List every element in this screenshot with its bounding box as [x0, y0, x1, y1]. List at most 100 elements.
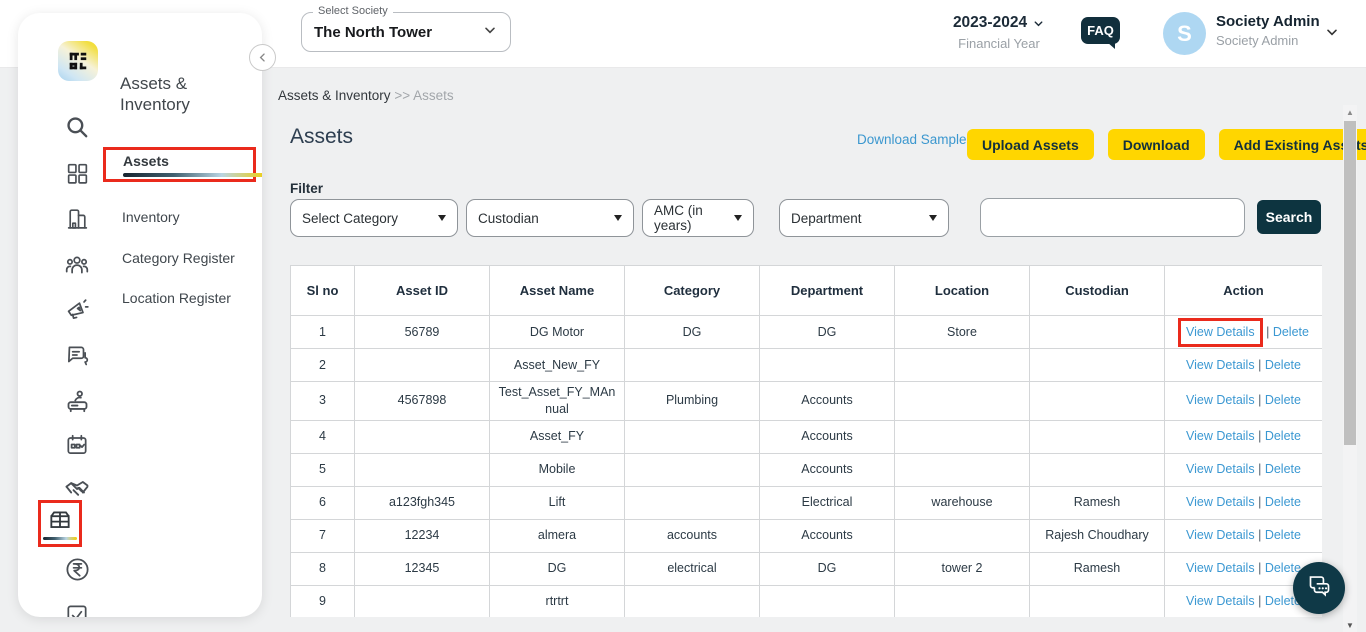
- scroll-down-arrow-icon[interactable]: ▼: [1343, 618, 1357, 632]
- delete-link[interactable]: Delete: [1265, 528, 1301, 542]
- action-separator: |: [1266, 324, 1270, 339]
- view-details-link[interactable]: View Details: [1186, 358, 1255, 372]
- view-details-link[interactable]: View Details: [1186, 495, 1255, 509]
- discussions-icon[interactable]: [63, 341, 91, 369]
- cell-action: View Details | Delete: [1164, 315, 1322, 349]
- cell-department: DG: [759, 551, 895, 586]
- download-sample-link[interactable]: Download Sample: [857, 132, 967, 147]
- avatar[interactable]: S: [1163, 12, 1206, 55]
- cell-custodian: [1029, 315, 1165, 349]
- announcement-icon[interactable]: [63, 295, 91, 323]
- delete-link[interactable]: Delete: [1273, 325, 1309, 339]
- download-button[interactable]: Download: [1107, 129, 1205, 160]
- view-details-link[interactable]: View Details: [1186, 594, 1255, 608]
- vertical-scrollbar[interactable]: ▲ ▼: [1343, 105, 1357, 632]
- financial-year-value: 2023-2024: [952, 14, 1028, 31]
- faq-button[interactable]: FAQ: [1081, 17, 1120, 49]
- view-details-link[interactable]: View Details: [1186, 325, 1255, 339]
- cell-category: [624, 485, 760, 520]
- column-header-asset-id: Asset ID: [354, 265, 490, 316]
- cell-category: [624, 452, 760, 487]
- delete-link[interactable]: Delete: [1265, 495, 1301, 509]
- sidebar-item-assets[interactable]: Assets: [103, 147, 262, 182]
- select-category-dropdown[interactable]: Select Category: [290, 199, 458, 237]
- delete-link[interactable]: Delete: [1265, 561, 1301, 575]
- chevron-down-icon: [482, 22, 498, 43]
- cell-custodian: [1029, 381, 1165, 421]
- cell-asset-name: Lift: [489, 485, 625, 520]
- view-details-link[interactable]: View Details: [1186, 528, 1255, 542]
- polls-icon[interactable]: [63, 601, 91, 617]
- buildings-icon[interactable]: [63, 204, 91, 232]
- breadcrumb: Assets & Inventory >> Assets: [278, 88, 454, 103]
- vendors-icon[interactable]: [63, 475, 91, 503]
- view-details-link[interactable]: View Details: [1186, 561, 1255, 575]
- cell-location: Store: [894, 315, 1030, 349]
- page-action-buttons: Upload Assets Download Add Existing Assets: [967, 129, 1366, 160]
- filter-label: Filter: [290, 181, 324, 196]
- cell-asset-id: 56789: [354, 315, 490, 349]
- breadcrumb-current: Assets: [413, 88, 454, 103]
- dropdown-value: Select Category: [302, 210, 399, 226]
- column-header-action: Action: [1164, 265, 1322, 316]
- view-details-link[interactable]: View Details: [1186, 462, 1255, 476]
- sidebar-item-category-register[interactable]: Category Register: [122, 250, 235, 266]
- assets-table-body: 1 56789 DG Motor DG DG Store View Details | De…: [290, 315, 1322, 617]
- column-header-location: Location: [894, 265, 1030, 316]
- search-input[interactable]: [980, 198, 1245, 237]
- cell-location: [894, 584, 1030, 617]
- search-icon[interactable]: [63, 113, 91, 141]
- module-title: Assets & Inventory: [120, 74, 190, 115]
- cell-category: DG: [624, 315, 760, 349]
- community-icon[interactable]: [63, 250, 91, 278]
- cell-location: [894, 518, 1030, 553]
- delete-link[interactable]: Delete: [1265, 358, 1301, 372]
- delete-link[interactable]: Delete: [1265, 393, 1301, 407]
- scrollbar-thumb[interactable]: [1344, 121, 1356, 445]
- society-select[interactable]: Select Society The North Tower: [301, 5, 511, 52]
- user-name: Society Admin: [1216, 13, 1320, 30]
- cell-location: warehouse: [894, 485, 1030, 520]
- financial-year-selector[interactable]: 2023-2024 Financial Year: [935, 14, 1063, 51]
- department-dropdown[interactable]: Department: [779, 199, 949, 237]
- sidebar-item-label: Location Register: [122, 290, 231, 306]
- sidebar-item-label: Category Register: [122, 250, 235, 266]
- user-menu-chevron-icon[interactable]: [1324, 24, 1340, 45]
- amc-in-years-dropdown[interactable]: AMC (in years): [642, 199, 754, 237]
- sidebar-collapse-button[interactable]: [249, 44, 276, 71]
- user-role: Society Admin: [1216, 33, 1299, 48]
- cell-department: [759, 584, 895, 617]
- delete-link[interactable]: Delete: [1265, 429, 1301, 443]
- cell-asset-id: [354, 584, 490, 617]
- sidebar-item-location-register[interactable]: Location Register: [122, 290, 231, 306]
- cell-sl-no: 3: [290, 381, 355, 421]
- cell-custodian: [1029, 452, 1165, 487]
- view-details-link[interactable]: View Details: [1186, 429, 1255, 443]
- assets-icon-active[interactable]: [38, 500, 82, 547]
- assets-table: Sl no Asset ID Asset Name Category Departmen…: [290, 265, 1322, 617]
- action-separator: |: [1258, 561, 1262, 576]
- delete-link[interactable]: Delete: [1265, 462, 1301, 476]
- cell-sl-no: 2: [290, 348, 355, 382]
- helpdesk-icon[interactable]: [63, 386, 91, 414]
- cell-custodian: Rajesh Choudhary: [1029, 518, 1165, 553]
- cell-custodian: [1029, 419, 1165, 454]
- scroll-up-arrow-icon[interactable]: ▲: [1343, 105, 1357, 119]
- bookings-icon[interactable]: [63, 431, 91, 459]
- sidebar-item-inventory[interactable]: Inventory: [122, 209, 180, 225]
- custodian-dropdown[interactable]: Custodian: [466, 199, 634, 237]
- financial-year-label: Financial Year: [958, 36, 1040, 51]
- cell-custodian: Ramesh: [1029, 551, 1165, 586]
- view-details-link[interactable]: View Details: [1186, 393, 1255, 407]
- app-logo[interactable]: [58, 41, 98, 81]
- cell-action: View Details | Delete: [1164, 485, 1322, 520]
- upload-assets-button[interactable]: Upload Assets: [967, 129, 1094, 160]
- cell-location: [894, 348, 1030, 382]
- dropdown-value: Custodian: [478, 210, 539, 226]
- payments-icon[interactable]: [63, 555, 91, 583]
- user-menu[interactable]: Society Admin Society Admin: [1216, 13, 1320, 48]
- breadcrumb-parent[interactable]: Assets & Inventory: [278, 88, 391, 103]
- support-chat-button[interactable]: [1293, 562, 1345, 614]
- dashboard-icon[interactable]: [63, 159, 91, 187]
- search-button[interactable]: Search: [1257, 200, 1321, 234]
